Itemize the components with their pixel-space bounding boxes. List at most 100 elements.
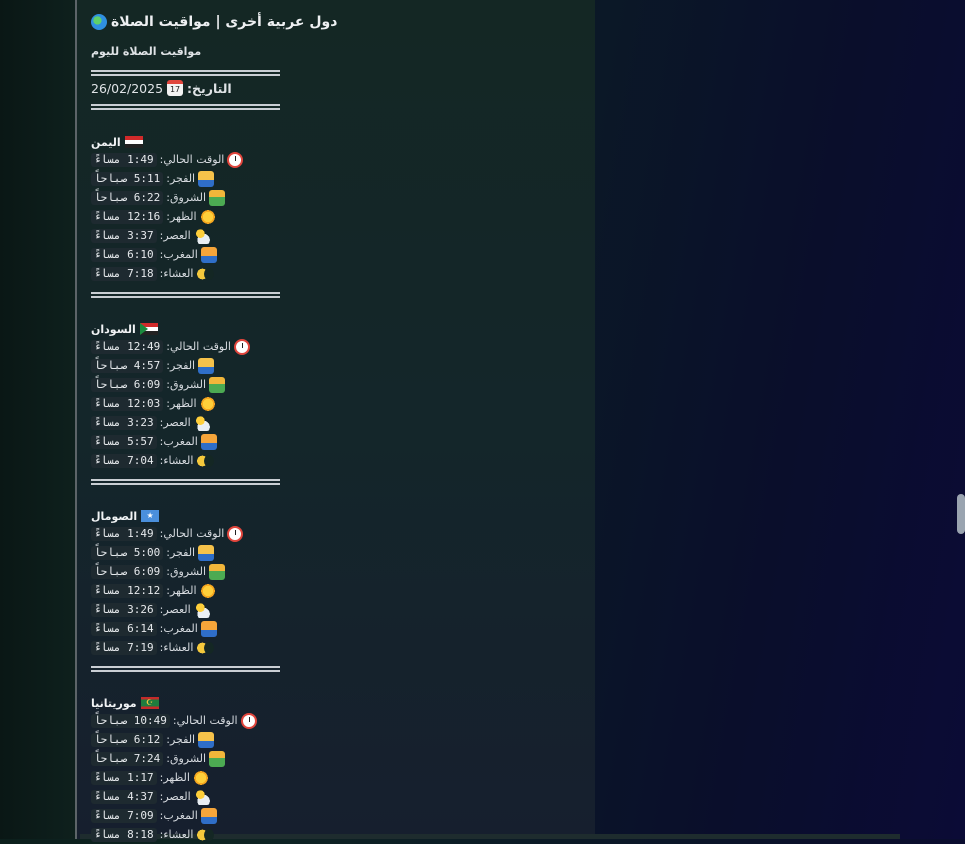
- prayer-label: الفجر:: [166, 546, 196, 559]
- prayer-label: العشاء:: [159, 828, 194, 841]
- alarm-clock-icon: [233, 338, 250, 355]
- date-row: 26/02/2025 17 التاريخ:: [91, 80, 232, 96]
- left-background: [0, 0, 75, 839]
- prayer-label: العشاء:: [159, 641, 194, 654]
- prayer-label: العصر:: [159, 603, 191, 616]
- prayer-label: المغرب:: [159, 622, 198, 635]
- sunrise-mountains-icon: [209, 750, 226, 767]
- sun-icon: [199, 582, 216, 599]
- time-value: 5:57 مساءً: [91, 434, 157, 449]
- country-name: موريتانيا: [91, 696, 137, 710]
- prayer-row-current: 1:49 مساءً الوقت الحالي:: [91, 524, 311, 543]
- prayer-label: الوقت الحالي:: [166, 340, 231, 353]
- time-value: 1:49 مساءً: [91, 152, 157, 167]
- prayer-row-fajr: 5:11 صباحاً الفجر:: [91, 169, 311, 188]
- alarm-clock-icon: [240, 712, 257, 729]
- prayer-label: العشاء:: [159, 267, 194, 280]
- calendar-icon: 17: [167, 80, 184, 96]
- prayer-label: الفجر:: [166, 359, 196, 372]
- sun-icon: [199, 208, 216, 225]
- prayer-label: الوقت الحالي:: [159, 527, 225, 540]
- country-block: اليمن 1:49 مساءً الوقت الحالي: 5:11 صباحاً ا…: [91, 134, 311, 283]
- country-block: الصومال ★ 1:49 مساءً الوقت الحالي: 5:00 صباح…: [91, 508, 311, 657]
- time-value: 7:24 صباحاً: [91, 751, 164, 766]
- sun-icon: [199, 395, 216, 412]
- country-name: الصومال: [91, 509, 138, 523]
- prayer-row-current: 12:49 مساءً الوقت الحالي:: [91, 337, 311, 356]
- prayer-label: الشروق:: [166, 752, 207, 765]
- sun-behind-cloud-icon: [193, 414, 210, 431]
- prayer-row-asr: 4:37 مساءً العصر:: [91, 787, 311, 806]
- alarm-clock-icon: [227, 151, 244, 168]
- time-value: 12:12 مساءً: [91, 583, 164, 598]
- prayer-row-current: 10:49 صباحاً الوقت الحالي:: [91, 711, 311, 730]
- prayer-label: الظهر:: [159, 771, 190, 784]
- mauritania-flag: ☪: [140, 697, 159, 709]
- prayer-row-sunrise: 6:09 صباحاً الشروق:: [91, 562, 311, 581]
- prayer-label: الشروق:: [166, 565, 207, 578]
- prayer-label: المغرب:: [159, 809, 198, 822]
- time-value: 5:00 صباحاً: [91, 545, 164, 560]
- sun-behind-cloud-icon: [193, 601, 210, 618]
- country-name-row: السودان: [91, 321, 311, 337]
- subtitle: مواقيت الصلاة لليوم: [91, 45, 202, 58]
- crescent-moon-icon: [196, 639, 215, 656]
- country-block: السودان 12:49 مساءً الوقت الحالي: 4:57 صباح…: [91, 321, 311, 470]
- prayer-row-maghrib: 5:57 مساءً المغرب:: [91, 432, 311, 451]
- country-name: اليمن: [91, 135, 121, 149]
- prayer-row-dhuhr: 12:16 مساءً الظهر:: [91, 207, 311, 226]
- prayer-label: الفجر:: [166, 172, 196, 185]
- prayer-label: العصر:: [159, 790, 191, 803]
- sunrise-mountains-icon: [209, 563, 226, 580]
- time-value: 5:11 صباحاً: [91, 171, 164, 186]
- scrollbar-thumb[interactable]: [957, 494, 965, 534]
- prayer-row-isha: 8:18 مساءً العشاء:: [91, 825, 311, 844]
- prayer-row-fajr: 4:57 صباحاً الفجر:: [91, 356, 311, 375]
- prayer-row-asr: 3:23 مساءً العصر:: [91, 413, 311, 432]
- prayer-label: المغرب:: [159, 435, 198, 448]
- prayer-row-maghrib: 7:09 مساءً المغرب:: [91, 806, 311, 825]
- time-value: 6:22 صباحاً: [91, 190, 164, 205]
- prayer-row-asr: 3:37 مساءً العصر:: [91, 226, 311, 245]
- time-value: 3:37 مساءً: [91, 228, 157, 243]
- prayer-label: الشروق:: [166, 191, 207, 204]
- yemen-flag: [124, 136, 143, 148]
- sunrise-icon: [198, 170, 215, 187]
- sunset-icon: [200, 620, 217, 637]
- prayer-row-fajr: 5:00 صباحاً الفجر:: [91, 543, 311, 562]
- prayer-label: الفجر:: [166, 733, 196, 746]
- sun-behind-cloud-icon: [193, 788, 210, 805]
- sunrise-mountains-icon: [209, 376, 226, 393]
- somalia-flag: ★: [141, 510, 160, 522]
- divider: [91, 666, 280, 672]
- prayer-row-sunrise: 7:24 صباحاً الشروق:: [91, 749, 311, 768]
- sunrise-icon: [198, 731, 215, 748]
- time-value: 4:57 صباحاً: [91, 358, 164, 373]
- time-value: 12:03 مساءً: [91, 396, 164, 411]
- time-value: 6:10 مساءً: [91, 247, 157, 262]
- country-block: موريتانيا ☪ 10:49 صباحاً الوقت الحالي: 6:12 …: [91, 695, 311, 844]
- time-value: 4:37 مساءً: [91, 789, 157, 804]
- globe-icon: [91, 14, 107, 30]
- prayer-label: العصر:: [159, 416, 191, 429]
- prayer-row-isha: 7:04 مساءً العشاء:: [91, 451, 311, 470]
- sudan-flag: [139, 323, 158, 335]
- prayer-row-dhuhr: 1:17 مساءً الظهر:: [91, 768, 311, 787]
- time-value: 6:14 مساءً: [91, 621, 157, 636]
- prayer-row-asr: 3:26 مساءً العصر:: [91, 600, 311, 619]
- time-value: 7:19 مساءً: [91, 640, 157, 655]
- prayer-row-sunrise: 6:09 صباحاً الشروق:: [91, 375, 311, 394]
- header: دول عربية أخرى | مواقيت الصلاة: [91, 14, 337, 30]
- divider: [91, 479, 280, 485]
- prayer-label: الوقت الحالي:: [172, 714, 238, 727]
- date-value: 26/02/2025: [91, 80, 164, 96]
- time-value: 1:17 مساءً: [91, 770, 157, 785]
- country-name-row: اليمن: [91, 134, 311, 150]
- sunrise-icon: [198, 357, 215, 374]
- time-value: 10:49 صباحاً: [91, 713, 170, 728]
- country-name-row: موريتانيا ☪: [91, 695, 311, 711]
- time-value: 7:09 مساءً: [91, 808, 157, 823]
- sun-behind-cloud-icon: [193, 227, 210, 244]
- sunset-icon: [200, 246, 217, 263]
- prayer-label: الظهر:: [166, 210, 197, 223]
